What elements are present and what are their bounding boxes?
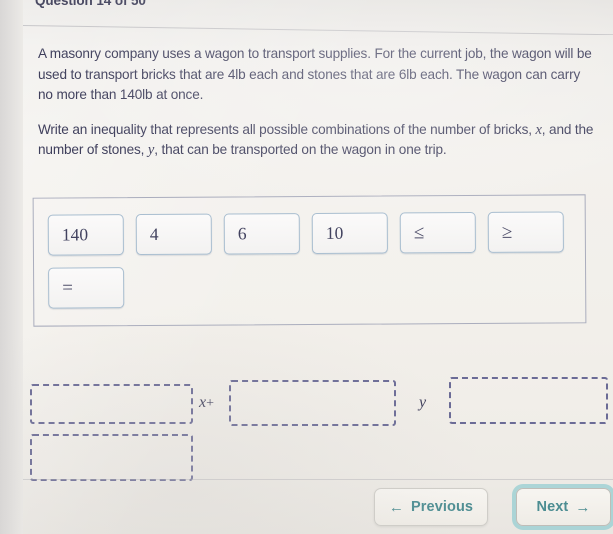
tile-140[interactable]: 140 [47, 214, 124, 256]
footer-navigation: ← Previous Next → [23, 478, 613, 534]
tile-bank-rows: 140 4 6 10 ≤ ≥ = [47, 211, 576, 320]
tile-bank-panel: 140 4 6 10 ≤ ≥ = [32, 194, 587, 327]
next-button[interactable]: Next → [516, 488, 611, 526]
connector-variable-y: y [419, 394, 427, 411]
tile-row: = [48, 264, 575, 309]
quiz-header: Question 14 of 50 [23, 0, 613, 22]
connector-x-plus: x+ [199, 394, 214, 412]
question-counter: Question 14 of 50 [35, 0, 146, 8]
prompt-p2-text-a: Write an inequality that represents all … [38, 121, 536, 137]
dropzone-extra-slot[interactable] [30, 434, 193, 481]
dropzone-coefficient-y[interactable] [229, 380, 396, 426]
prompt-paragraph-2: Write an inequality that represents all … [38, 120, 594, 161]
header-divider [23, 22, 613, 35]
previous-button-label: Previous [411, 499, 474, 515]
prompt-p2-text-c: , that can be transported on the wagon i… [154, 142, 447, 157]
question-prompt: A masonry company uses a wagon to transp… [38, 44, 594, 161]
prompt-paragraph-1: A masonry company uses a wagon to transp… [38, 44, 594, 106]
previous-button[interactable]: ← Previous [374, 488, 488, 526]
connector-plus-sign: + [206, 396, 215, 411]
tile-[interactable]: ≤ [399, 211, 476, 254]
next-button-label: Next [536, 499, 569, 515]
dropzone-right-side[interactable] [449, 377, 608, 424]
tile-[interactable]: ≥ [487, 211, 564, 253]
tile-row: 140 4 6 10 ≤ ≥ [47, 211, 575, 256]
prompt-p1-text: A masonry company uses a wagon to transp… [38, 46, 592, 102]
tile-10[interactable]: 10 [311, 212, 388, 254]
tile-6[interactable]: 6 [223, 213, 300, 255]
arrow-right-icon: → [575, 498, 591, 516]
arrow-left-icon: ← [388, 498, 405, 516]
screen-left-edge-shadow [0, 0, 23, 534]
dropzone-coefficient-x[interactable] [30, 384, 193, 424]
quiz-screen: Question 14 of 50 A masonry company uses… [0, 0, 613, 534]
footer-divider [23, 479, 613, 480]
tile-[interactable]: = [48, 267, 125, 309]
tile-4[interactable]: 4 [135, 213, 212, 256]
connector-y: y [419, 394, 426, 412]
answer-drop-area: x+ y [30, 377, 610, 487]
